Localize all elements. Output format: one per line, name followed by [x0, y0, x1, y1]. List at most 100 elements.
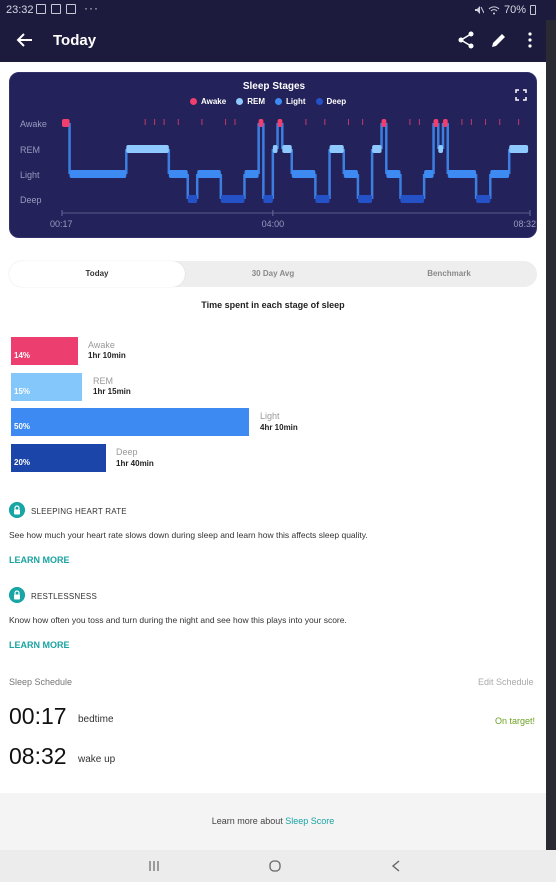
chart-legend: Awake REM Light Deep [190, 97, 346, 106]
stage-segment-light [244, 170, 259, 178]
legend-light: Light [274, 97, 306, 106]
sleep-score-link[interactable]: Sleep Score [285, 816, 334, 826]
footer-label: Learn more about [211, 816, 283, 826]
restlessness-description: Know how often you toss and turn during … [9, 615, 347, 625]
footer-text: Learn more about Sleep Score [0, 816, 546, 826]
stage-label-awake: Awake [88, 340, 115, 350]
back-nav-icon[interactable] [390, 859, 402, 873]
heart-rate-heading: SLEEPING HEART RATE [31, 507, 127, 516]
wifi-icon [488, 6, 500, 15]
tab-30-day-avg[interactable]: 30 Day Avg [185, 261, 361, 287]
more-options-icon[interactable] [520, 30, 540, 50]
legend-awake-dot [190, 98, 197, 105]
legend-rem-dot [236, 98, 244, 105]
legend-rem-label: REM [247, 97, 265, 106]
x-tick-label: 04:00 [262, 219, 285, 229]
stage-duration-awake: 1hr 10min [88, 351, 126, 360]
y-label-deep: Deep [20, 195, 42, 205]
legend-awake: Awake [190, 97, 226, 106]
lock-icon [9, 502, 25, 518]
stage-segment-awake [62, 119, 70, 127]
stage-segment-rem [272, 145, 278, 153]
stage-label-rem: REM [93, 376, 113, 386]
battery-percent: 70% [503, 4, 526, 16]
stage-segment-awake [433, 119, 439, 127]
stage-segment-deep [315, 195, 330, 203]
stage-segment-light [291, 170, 316, 178]
legend-deep-label: Deep [326, 97, 347, 106]
heart-rate-learn-more-link[interactable]: LEARN MORE [9, 555, 70, 565]
legend-rem: REM [236, 97, 265, 106]
stage-segment-light [424, 170, 434, 178]
stage-segment-awake [443, 119, 448, 127]
more-notifications-icon: ··· [84, 1, 99, 15]
y-label-light: Light [20, 170, 40, 180]
stage-segment-light [69, 170, 127, 178]
stage-segment-rem [126, 145, 169, 153]
schedule-status: On target! [495, 716, 536, 726]
stage-duration-light: 4hr 10min [260, 423, 298, 432]
stage-segment-awake [381, 119, 387, 127]
message-notification-icon [51, 4, 61, 14]
sleep-schedule-heading: Sleep Schedule [9, 677, 73, 687]
stages-title: Time spent in each stage of sleep [201, 300, 345, 310]
stage-segment-deep [263, 195, 273, 203]
status-bar: 23:32 ··· 70% [0, 0, 556, 20]
sleep-stages-chart-card[interactable]: Awake REM Light Deep 00:17 04:00 08:32 Sleep S… [9, 72, 537, 238]
stage-segment-light [447, 170, 477, 178]
stage-duration-rem: 1hr 15min [93, 387, 131, 396]
mute-icon [474, 6, 484, 14]
legend-deep: Deep [315, 97, 347, 106]
stage-percent-deep: 20% [14, 458, 31, 467]
stage-percent-awake: 14% [14, 351, 31, 360]
legend-awake-label: Awake [201, 97, 227, 106]
stage-segment-light [343, 170, 358, 178]
stage-bar-rem: 15% [11, 373, 82, 401]
sleep-detail-screen: { "status_bar": { "time": "23:32", "batt… [0, 0, 556, 882]
back-arrow-icon[interactable] [14, 28, 36, 52]
y-label-awake: Awake [20, 119, 47, 129]
stage-segment-light [168, 170, 188, 178]
tab-benchmark[interactable]: Benchmark [361, 261, 537, 287]
chart-title: Sleep Stages [242, 81, 306, 92]
stage-percent-light: 50% [14, 422, 31, 431]
stage-label-deep: Deep [116, 447, 138, 457]
stage-segment-deep [357, 195, 373, 203]
legend-deep-dot [315, 98, 323, 105]
restlessness-heading: RESTLESSNESS [31, 592, 97, 601]
stage-segment-light [386, 170, 401, 178]
stage-segment-light [197, 170, 221, 178]
stage-segment-deep [400, 195, 425, 203]
stage-bar-deep: 20% [11, 444, 106, 472]
recent-apps-icon[interactable] [148, 860, 160, 872]
stage-bar-awake: 14% [11, 337, 78, 365]
stage-duration-deep: 1hr 40min [116, 459, 154, 468]
battery-icon [530, 5, 536, 15]
app-bar: Today [0, 20, 546, 62]
stage-segment-deep [220, 195, 245, 203]
stage-percent-rem: 15% [14, 387, 31, 396]
stage-segment-rem [438, 145, 444, 153]
edit-pencil-icon[interactable] [489, 30, 509, 50]
stage-segment-rem [509, 145, 529, 153]
fullscreen-icon[interactable] [515, 89, 527, 101]
period-tabs: Today 30 Day Avg Benchmark [9, 261, 537, 287]
lock-icon [9, 587, 25, 603]
stage-segment-rem [282, 145, 292, 153]
legend-light-dot [274, 98, 282, 105]
share-icon[interactable] [456, 30, 476, 50]
status-time: 23:32 [6, 4, 34, 16]
stage-segment-light [490, 170, 510, 178]
wake-time-value: 08:32 [9, 743, 67, 769]
system-nav-bar [0, 850, 556, 882]
legend-light-label: Light [285, 97, 306, 106]
stage-segment-deep [187, 195, 198, 203]
bedtime-label: bedtime [78, 714, 114, 725]
restlessness-learn-more-link[interactable]: LEARN MORE [9, 640, 70, 650]
bedtime-value: 00:17 [9, 703, 67, 729]
tab-today[interactable]: Today [9, 261, 185, 287]
home-icon[interactable] [268, 859, 282, 873]
stage-segment-deep [476, 195, 491, 203]
edit-schedule-link[interactable]: Edit Schedule [478, 677, 534, 687]
footer-banner: Learn more about Sleep Score [0, 793, 546, 850]
